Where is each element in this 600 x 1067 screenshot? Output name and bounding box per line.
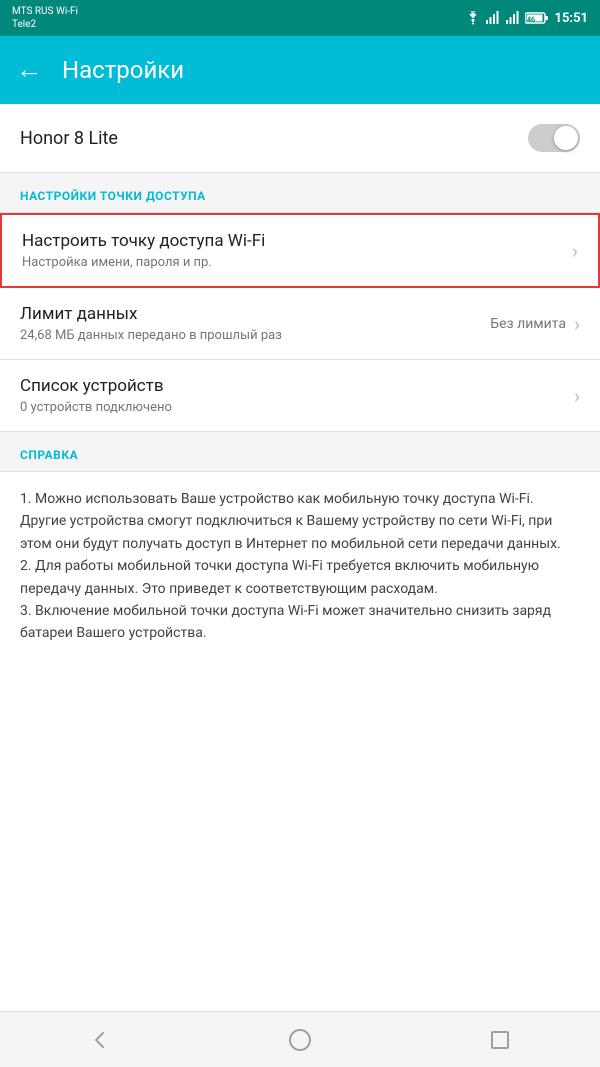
nav-back-icon — [89, 1029, 111, 1051]
devices-chevron: › — [574, 386, 580, 406]
bottom-navigation — [0, 1011, 600, 1067]
wifi-setup-chevron: › — [572, 241, 578, 261]
hotspot-device-name: Honor 8 Lite — [20, 128, 118, 149]
network1-label: MTS RUS Wi-Fi — [12, 5, 78, 18]
help-section: 1. Можно использовать Ваше устройство ка… — [0, 472, 600, 661]
devices-content: Список устройств 0 устройств подключено — [20, 376, 574, 415]
wifi-setup-content: Настроить точку доступа Wi-Fi Настройка … — [22, 231, 572, 270]
nav-home-icon — [289, 1029, 311, 1051]
data-limit-value: Без лимита — [490, 316, 566, 332]
nav-recent-icon — [491, 1031, 509, 1049]
wifi-setup-subtitle: Настройка имени, пароля и пр. — [22, 255, 572, 270]
network-info: MTS RUS Wi-Fi Tele2 — [12, 5, 78, 31]
back-button[interactable]: ← — [16, 57, 42, 83]
data-limit-row[interactable]: Лимит данных 24,68 МБ данных передано в … — [0, 288, 600, 360]
data-limit-content: Лимит данных 24,68 МБ данных передано в … — [20, 304, 490, 343]
nav-home-button[interactable] — [270, 1020, 330, 1060]
data-limit-title: Лимит данных — [20, 304, 490, 324]
help-text: 1. Можно использовать Ваше устройство ка… — [20, 488, 580, 645]
wifi-setup-row[interactable]: Настроить точку доступа Wi-Fi Настройка … — [0, 213, 600, 288]
signal-icons: 46 — [465, 11, 549, 25]
status-bar: MTS RUS Wi-Fi Tele2 — [0, 0, 600, 36]
devices-title: Список устройств — [20, 376, 574, 396]
content-area: Honor 8 Lite НАСТРОЙКИ ТОЧКИ ДОСТУПА Нас… — [0, 104, 600, 1011]
top-bar: ← Настройки — [0, 36, 600, 104]
section-header-help-label: СПРАВКА — [20, 448, 78, 462]
section-header-settings: НАСТРОЙКИ ТОЧКИ ДОСТУПА — [0, 173, 600, 213]
data-limit-chevron: › — [574, 314, 580, 334]
page-title: Настройки — [62, 56, 184, 84]
hotspot-toggle-row: Honor 8 Lite — [0, 104, 600, 173]
signal-icon2 — [505, 11, 521, 25]
hotspot-toggle[interactable] — [528, 124, 580, 152]
section-header-settings-label: НАСТРОЙКИ ТОЧКИ ДОСТУПА — [20, 189, 206, 203]
time-display: 15:51 — [555, 11, 589, 26]
svg-text:46: 46 — [527, 16, 535, 24]
wifi-setup-title: Настроить точку доступа Wi-Fi — [22, 231, 572, 251]
devices-row[interactable]: Список устройств 0 устройств подключено … — [0, 360, 600, 432]
data-limit-subtitle: 24,68 МБ данных передано в прошлый раз — [20, 328, 490, 343]
nav-back-button[interactable] — [70, 1020, 130, 1060]
status-icons: 46 15:51 — [465, 11, 589, 26]
battery-icon: 46 — [525, 11, 549, 25]
section-header-help: СПРАВКА — [0, 432, 600, 472]
wifi-icon — [465, 11, 481, 25]
devices-subtitle: 0 устройств подключено — [20, 400, 574, 415]
signal-icon1 — [485, 11, 501, 25]
network2-label: Tele2 — [12, 18, 78, 31]
nav-recent-button[interactable] — [470, 1020, 530, 1060]
